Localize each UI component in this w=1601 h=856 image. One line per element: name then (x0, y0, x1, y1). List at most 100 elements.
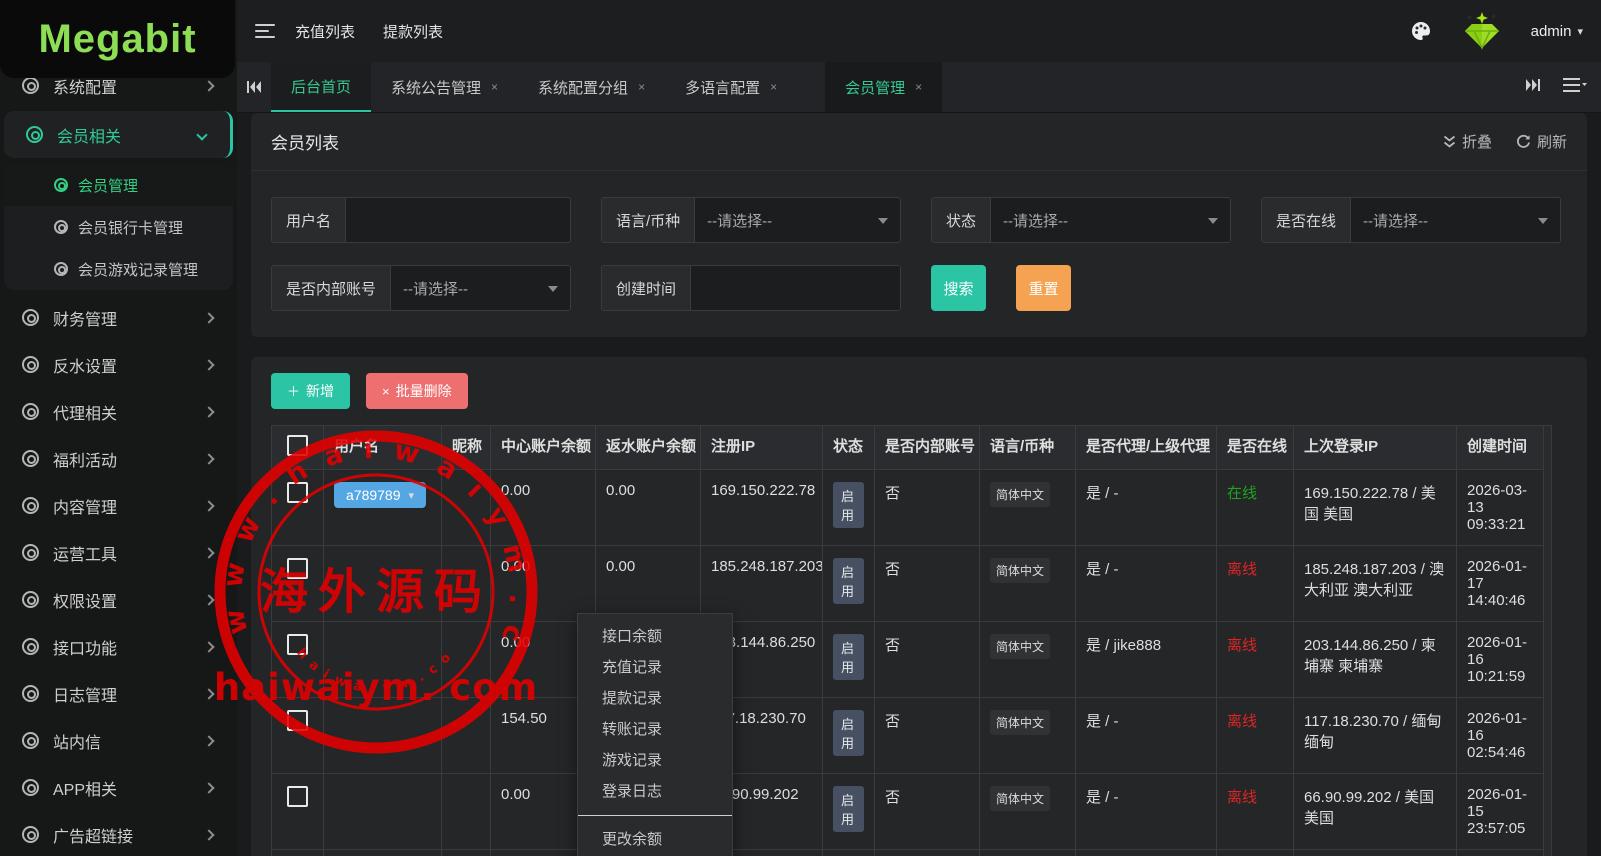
diamond-icon[interactable] (1459, 10, 1505, 52)
chevron-down-icon (196, 128, 208, 141)
language-select[interactable]: --请选择-- (695, 198, 900, 242)
row-checkbox[interactable] (287, 710, 308, 731)
sidebar-item-label: 代理相关 (53, 405, 118, 423)
online-status: 离线 (1227, 637, 1258, 654)
topnav-recharge-list[interactable]: 充值列表 (295, 21, 355, 42)
member-table: 用户名 昵称 中心账户余额 返水账户余额 注册IP 状态 是否内部账号 语言/币… (271, 425, 1567, 856)
content-area: 会员列表 折叠 刷新 用户名 语言/币种 --请选择-- 状态 --请选择-- … (237, 113, 1601, 856)
tabs-scroll-right-icon[interactable] (1525, 78, 1541, 97)
refresh-button[interactable]: 刷新 (1516, 131, 1567, 152)
status-select[interactable]: --请选择-- (991, 198, 1230, 242)
cell-nickname (441, 469, 491, 546)
menu-item-game-record[interactable]: 游戏记录 (578, 745, 732, 776)
cell-last-ip: 64.176.59.21 / 美国 美国 (1293, 849, 1457, 856)
user-menu[interactable]: admin ▾ (1531, 23, 1583, 40)
created-time-input[interactable] (691, 266, 900, 310)
caret-down-icon: ▾ (408, 489, 415, 502)
cell-internal: 否 (874, 545, 980, 622)
member-list-panel: 会员列表 折叠 刷新 用户名 语言/币种 --请选择-- 状态 --请选择-- … (251, 113, 1587, 337)
sidebar-item-api[interactable]: 接口功能 (0, 623, 237, 670)
cell-created: 2026-01-15 23:57:05 (1456, 773, 1544, 850)
cell-created: 2026-01-15 17:54:22 (1456, 849, 1544, 856)
col-header-last-ip: 上次登录IP (1293, 425, 1457, 470)
tab-home[interactable]: 后台首页 (271, 62, 372, 112)
theme-palette-icon[interactable] (1409, 19, 1433, 43)
menu-item-api-balance[interactable]: 接口余额 (578, 621, 732, 652)
sidebar-item-label: 广告超链接 (53, 828, 134, 846)
sidebar-item-welfare[interactable]: 福利活动 (0, 435, 237, 482)
username-text: a789789 (346, 487, 401, 503)
status-badge: 启用 (833, 558, 864, 604)
collapse-label: 折叠 (1461, 134, 1492, 151)
language-badge: 简体中文 (990, 482, 1051, 507)
sidebar-item-agent[interactable]: 代理相关 (0, 388, 237, 435)
status-badge: 启用 (833, 786, 864, 832)
collapse-button[interactable]: 折叠 (1443, 131, 1492, 152)
cell-center-balance: 0.00 (490, 469, 596, 546)
tabs-scroll-left-icon[interactable] (237, 62, 271, 112)
tab-close-icon[interactable]: × (638, 80, 645, 94)
tab-close-icon[interactable]: × (915, 80, 922, 94)
sidebar-item-message[interactable]: 站内信 (0, 717, 237, 764)
row-checkbox[interactable] (287, 482, 308, 503)
sidebar-item-member-related[interactable]: 会员相关 (4, 111, 233, 158)
chevron-right-icon (203, 687, 215, 700)
language-badge: 简体中文 (990, 786, 1051, 811)
tabs-menu-icon[interactable] (1563, 77, 1587, 97)
sidebar-item-member-bankcard[interactable]: 会员银行卡管理 (4, 206, 233, 248)
sidebar-item-label: 会员游戏记录管理 (78, 261, 199, 279)
menu-item-login-log[interactable]: 登录日志 (578, 776, 732, 807)
sidebar-item-ad-link[interactable]: 广告超链接 (0, 811, 237, 856)
tab-config-group[interactable]: 系统配置分组 × (518, 62, 665, 112)
internal-select[interactable]: --请选择-- (391, 266, 570, 310)
sidebar-item-member-gamerecord[interactable]: 会员游戏记录管理 (4, 248, 233, 290)
app-window: 系统配置 会员相关 会员管理 会员银行卡管理 会员游戏记录管理 财务管理 反水设… (0, 0, 1601, 856)
brand-logo[interactable]: Megabit (0, 0, 235, 78)
cell-internal: 否 (874, 773, 980, 850)
menu-item-transfer-record[interactable]: 转账记录 (578, 714, 732, 745)
sidebar-item-label: 接口功能 (53, 640, 118, 658)
menu-item-change-balance[interactable]: 更改余额 (578, 824, 732, 855)
search-button[interactable]: 搜索 (931, 265, 986, 311)
username-dropdown-button[interactable]: a789789 ▾ (334, 482, 427, 508)
cell-internal: 否 (874, 621, 980, 698)
sidebar-item-log[interactable]: 日志管理 (0, 670, 237, 717)
tab-announcement[interactable]: 系统公告管理 × (371, 62, 518, 112)
row-checkbox[interactable] (287, 634, 308, 655)
cell-register-ip: 185.248.187.203 (700, 545, 823, 622)
col-header-online: 是否在线 (1216, 425, 1294, 470)
username-input[interactable] (346, 198, 570, 242)
sidebar-item-content[interactable]: 内容管理 (0, 482, 237, 529)
add-button[interactable]: ＋ 新增 (271, 373, 351, 409)
tab-member-manage[interactable]: 会员管理 × (825, 62, 943, 112)
table-scrollbar[interactable] (1544, 425, 1552, 856)
cell-last-ip: 169.150.222.78 / 美国 美国 (1293, 469, 1457, 546)
select-all-checkbox[interactable] (287, 435, 308, 456)
tab-multilang[interactable]: 多语言配置 × (665, 62, 797, 112)
row-checkbox[interactable] (287, 558, 308, 579)
sidebar-item-permission[interactable]: 权限设置 (0, 576, 237, 623)
sidebar-item-app[interactable]: APP相关 (0, 764, 237, 811)
sidebar-item-finance[interactable]: 财务管理 (0, 294, 237, 341)
refresh-label: 刷新 (1536, 134, 1567, 151)
sidebar-item-member-manage[interactable]: 会员管理 (4, 164, 233, 206)
topbar: 充值列表 提款列表 admin ▾ (237, 0, 1601, 62)
circle-icon (22, 497, 39, 514)
batch-delete-button[interactable]: × 批量删除 (366, 373, 468, 409)
sidebar-item-label: 反水设置 (53, 358, 118, 376)
tab-close-icon[interactable]: × (491, 80, 498, 94)
tab-close-icon[interactable]: × (770, 80, 777, 94)
menu-item-withdraw-record[interactable]: 提款记录 (578, 683, 732, 714)
menu-toggle-icon[interactable] (255, 24, 275, 38)
tab-label: 会员管理 (845, 79, 906, 97)
row-checkbox[interactable] (287, 786, 308, 807)
select-value: --请选择-- (1363, 212, 1428, 230)
sidebar-item-rebate[interactable]: 反水设置 (0, 341, 237, 388)
select-value: --请选择-- (403, 280, 468, 298)
reset-button[interactable]: 重置 (1016, 265, 1071, 311)
col-header-agent: 是否代理/上级代理 (1075, 425, 1217, 470)
sidebar-item-operation[interactable]: 运营工具 (0, 529, 237, 576)
topnav-withdraw-list[interactable]: 提款列表 (383, 21, 443, 42)
menu-item-recharge-record[interactable]: 充值记录 (578, 652, 732, 683)
online-select[interactable]: --请选择-- (1351, 198, 1560, 242)
